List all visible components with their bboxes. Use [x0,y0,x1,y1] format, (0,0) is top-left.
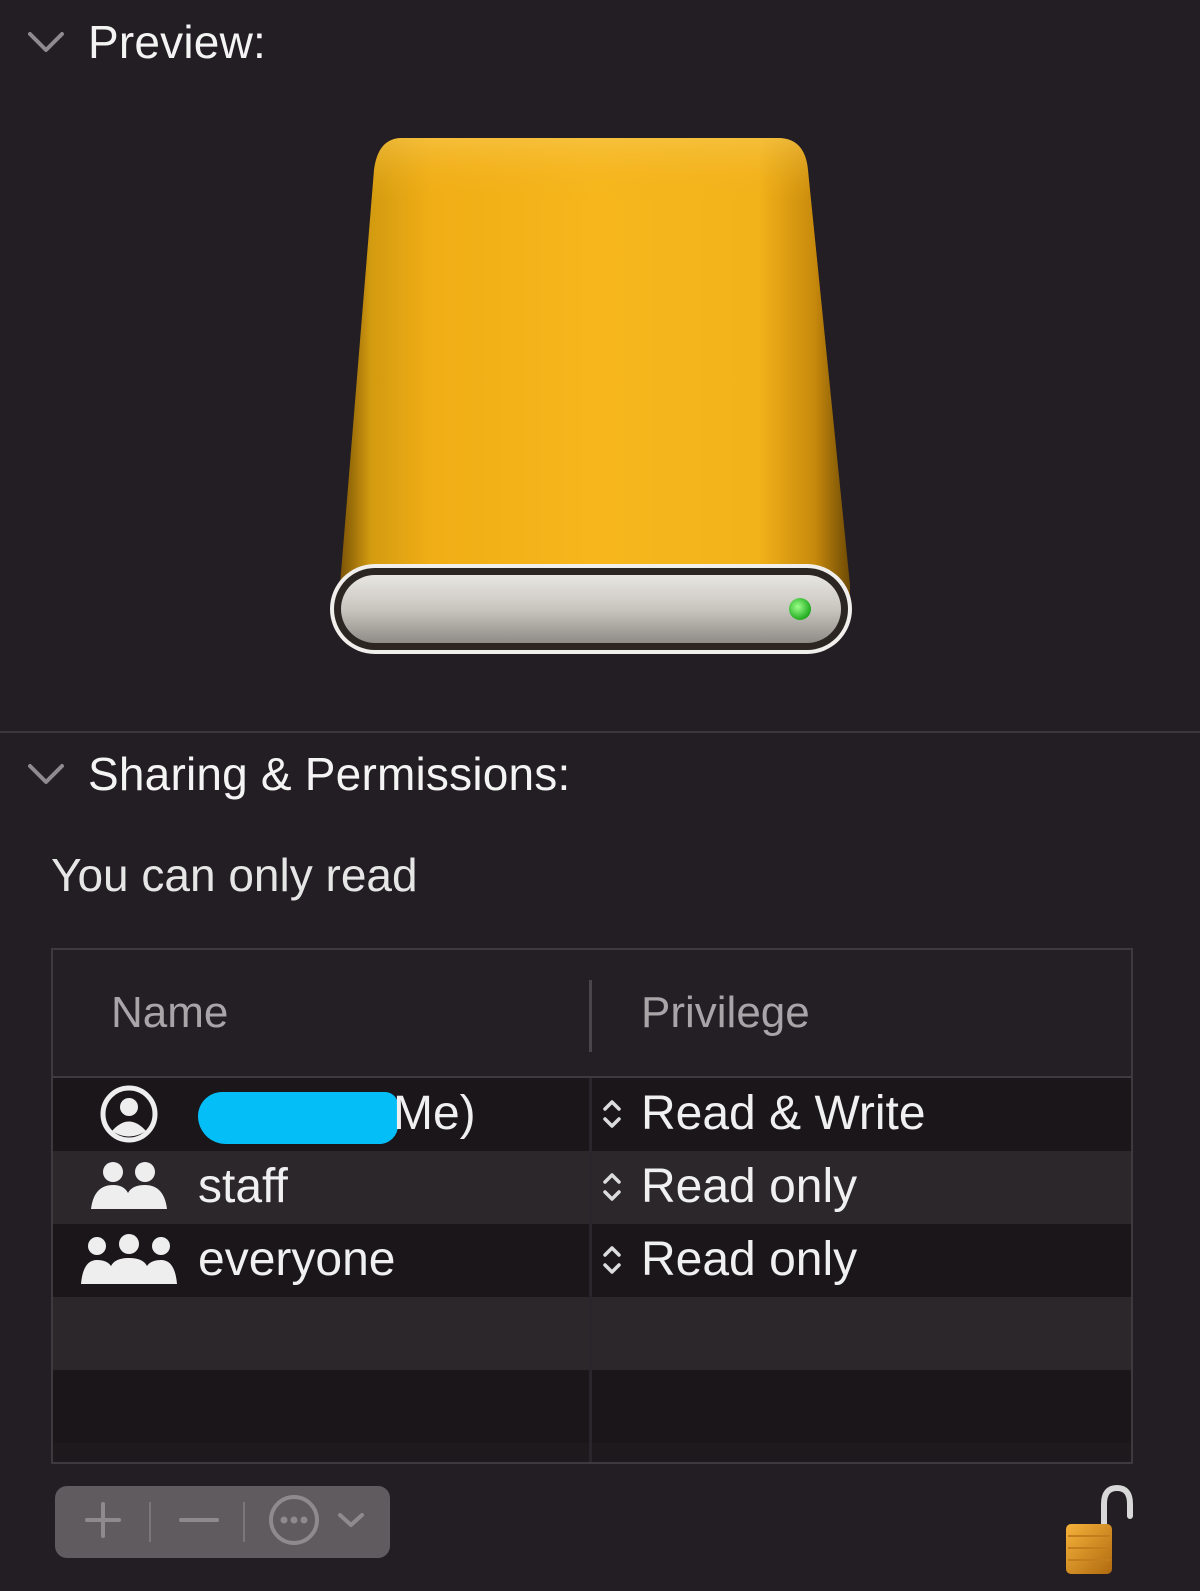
up-down-chevron-icon[interactable] [599,1238,625,1282]
redacted-username [198,1092,398,1144]
column-header-name[interactable]: Name [111,988,228,1038]
chevron-down-icon[interactable] [24,752,68,796]
table-row[interactable]: everyone Read only [53,1224,1131,1297]
toolbar-separator [243,1502,245,1542]
section-divider [0,731,1200,733]
external-drive-icon [330,130,860,670]
row-name: staff [198,1160,288,1213]
group-icon [87,1157,171,1217]
privilege-select[interactable]: Read only [641,1232,857,1287]
column-divider [589,1078,592,1462]
column-divider[interactable] [589,980,592,1052]
privilege-select[interactable]: Read only [641,1159,857,1214]
row-name: everyone [198,1233,396,1286]
up-down-chevron-icon[interactable] [599,1165,625,1209]
permissions-toolbar [55,1486,390,1558]
user-icon [97,1084,161,1144]
permissions-table: Name Privilege Me) Read & Write staff Re… [51,948,1133,1464]
up-down-chevron-icon[interactable] [599,1092,625,1136]
toolbar-separator [149,1502,151,1542]
column-header-privilege[interactable]: Privilege [641,988,810,1038]
action-menu-button[interactable] [251,1486,381,1558]
preview-section-header[interactable]: Preview: [0,10,1200,74]
table-row[interactable]: staff Read only [53,1151,1131,1224]
permissions-section-header[interactable]: Sharing & Permissions: [0,742,1200,806]
privilege-select[interactable]: Read & Write [641,1086,926,1141]
add-icon [83,1500,123,1545]
add-button[interactable] [63,1486,143,1558]
table-header: Name Privilege [53,950,1131,1079]
row-name: Me) [393,1087,476,1140]
chevron-down-icon [336,1510,366,1535]
ellipsis-circle-icon [266,1492,322,1553]
preview-title: Preview: [88,16,266,68]
chevron-down-icon[interactable] [24,20,68,64]
remove-icon [177,1500,221,1545]
empty-row [53,1370,1131,1443]
table-row[interactable]: Me) Read & Write [53,1078,1131,1151]
permission-status: You can only read [51,849,418,901]
empty-row [53,1297,1131,1370]
lock-open-icon[interactable] [1064,1484,1134,1576]
everyone-icon [79,1230,179,1290]
permissions-title: Sharing & Permissions: [88,748,571,800]
remove-button[interactable] [155,1486,243,1558]
